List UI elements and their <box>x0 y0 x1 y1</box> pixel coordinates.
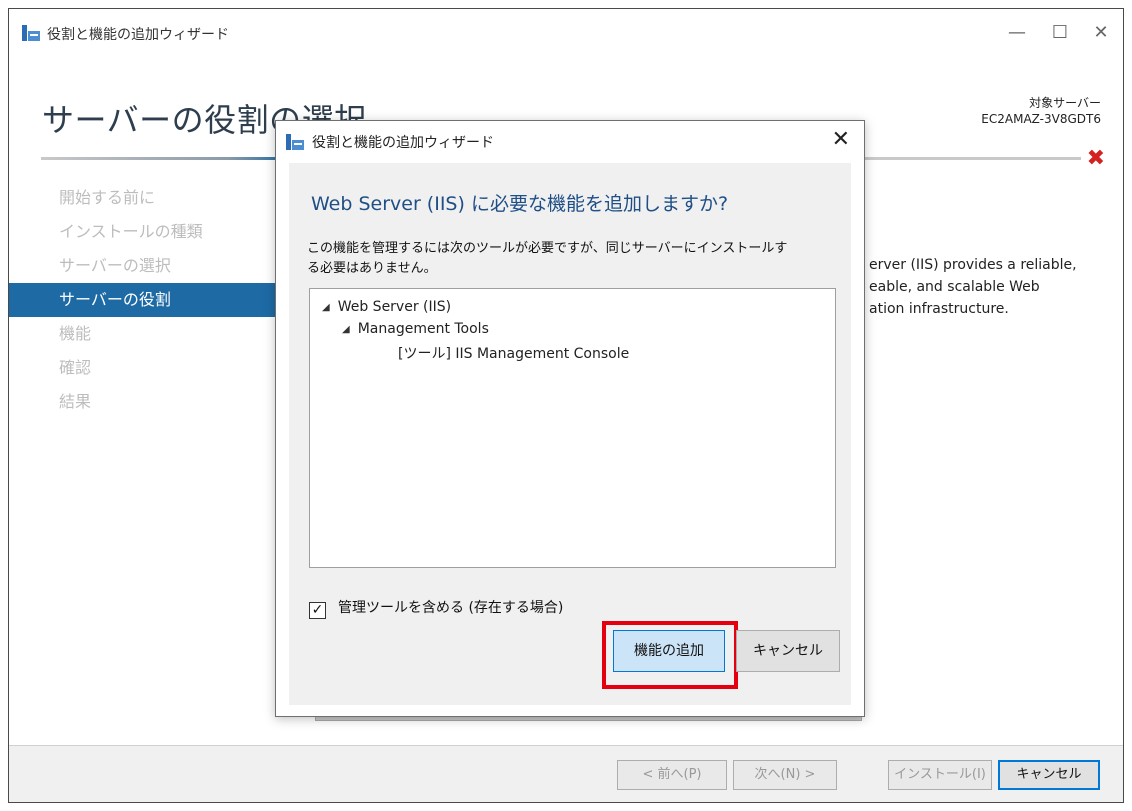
dialog-description: この機能を管理するには次のツールが必要ですが、同じサーバーにインストールす る必… <box>307 239 837 279</box>
prev-button[interactable]: < 前へ(P) <box>617 760 727 790</box>
wizard-cancel-button[interactable]: キャンセル <box>998 760 1100 790</box>
next-button[interactable]: 次へ(N) > <box>733 760 837 790</box>
include-tools-checkbox-row[interactable]: ✓ 管理ツールを含める (存在する場合) <box>309 597 563 619</box>
server-manager-icon <box>22 25 40 41</box>
nav-item-installation-type[interactable]: インストールの種類 <box>9 215 279 249</box>
tree-item-label: Management Tools <box>357 321 489 337</box>
nav-item-results[interactable]: 結果 <box>9 385 279 419</box>
tree-item-label: [ツール] IIS Management Console <box>398 346 630 362</box>
window-title: 役割と機能の追加ウィザード <box>47 27 229 43</box>
include-tools-label: 管理ツールを含める (存在する場合) <box>338 600 564 616</box>
add-features-button[interactable]: 機能の追加 <box>613 630 725 672</box>
error-close-icon[interactable]: ✖ <box>1087 146 1105 171</box>
dialog-title: 役割と機能の追加ウィザード <box>312 135 494 151</box>
description-line-1: erver (IIS) provides a reliable, <box>869 257 1077 273</box>
dialog-title-bar: 役割と機能の追加ウィザード ✕ <box>276 121 864 161</box>
add-features-dialog: 役割と機能の追加ウィザード ✕ Web Server (IIS) に必要な機能を… <box>275 120 865 717</box>
expand-arrow-icon[interactable]: ◢ <box>322 302 330 313</box>
expand-arrow-icon[interactable]: ◢ <box>342 324 350 335</box>
nav-item-before-you-begin[interactable]: 開始する前に <box>9 181 279 215</box>
wizard-footer: < 前へ(P) 次へ(N) > インストール(I) キャンセル <box>9 745 1123 802</box>
dialog-close-button[interactable]: ✕ <box>832 127 850 152</box>
tree-item-web-server[interactable]: ◢ Web Server (IIS) <box>322 299 451 315</box>
server-manager-icon <box>286 134 304 150</box>
dialog-body: Web Server (IIS) に必要な機能を追加しますか? この機能を管理す… <box>289 163 851 705</box>
tree-item-label: Web Server (IIS) <box>337 299 452 315</box>
tree-item-management-tools[interactable]: ◢ Management Tools <box>342 321 489 337</box>
dialog-heading: Web Server (IIS) に必要な機能を追加しますか? <box>311 193 729 215</box>
title-bar: 役割と機能の追加ウィザード — ☐ ✕ <box>9 9 1123 57</box>
close-window-button[interactable]: ✕ <box>1081 17 1121 49</box>
description-line-2: eable, and scalable Web <box>869 279 1040 295</box>
dialog-cancel-button[interactable]: キャンセル <box>736 630 840 672</box>
include-tools-checkbox[interactable]: ✓ <box>309 602 326 619</box>
nav-item-features[interactable]: 機能 <box>9 317 279 351</box>
target-server-name: EC2AMAZ-3V8GDT6 <box>981 112 1101 126</box>
minimize-button[interactable]: — <box>997 17 1037 49</box>
nav-item-server-roles[interactable]: サーバーの役割 <box>9 283 279 317</box>
wizard-nav: 開始する前に インストールの種類 サーバーの選択 サーバーの役割 機能 確認 結… <box>9 181 279 419</box>
tree-item-iis-console[interactable]: [ツール] IIS Management Console <box>398 343 629 363</box>
install-button[interactable]: インストール(I) <box>888 760 992 790</box>
description-line-3: ation infrastructure. <box>869 301 1009 317</box>
nav-item-server-selection[interactable]: サーバーの選択 <box>9 249 279 283</box>
dialog-text-line-2: る必要はありません。 <box>307 261 437 276</box>
nav-item-confirmation[interactable]: 確認 <box>9 351 279 385</box>
dialog-text-line-1: この機能を管理するには次のツールが必要ですが、同じサーバーにインストールす <box>307 241 788 256</box>
feature-tree[interactable]: ◢ Web Server (IIS) ◢ Management Tools [ツール… <box>309 288 836 568</box>
maximize-button[interactable]: ☐ <box>1040 17 1080 49</box>
role-description: erver (IIS) provides a reliable, eable, … <box>869 254 1109 320</box>
target-server-label: 対象サーバー <box>1029 96 1101 110</box>
